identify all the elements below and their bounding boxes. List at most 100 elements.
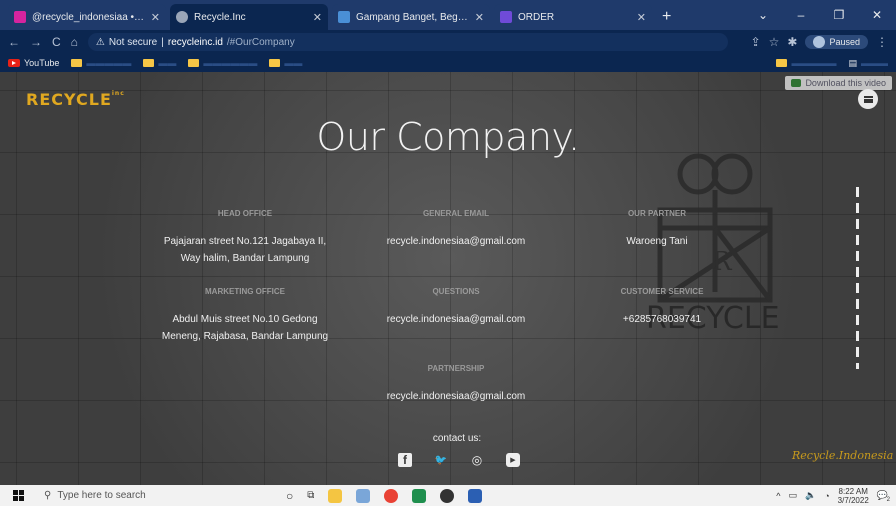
profile-status: Paused (829, 37, 860, 47)
section-scroll-indicator[interactable] (856, 187, 859, 369)
search-placeholder: Type here to search (57, 490, 146, 501)
cortana-icon[interactable]: ○ (286, 489, 293, 503)
notifications-icon[interactable]: 💬 2 (877, 490, 890, 503)
instagram-icon[interactable]: ◎ (470, 453, 484, 467)
avatar (813, 36, 826, 48)
address-line: Pajajaran street No.121 Jagabaya II, (163, 236, 327, 247)
head-office-address: Pajajaran street No.121 Jagabaya II, Way… (150, 233, 340, 267)
bookmarks-bar: YouTube ▬▬▬▬▬ ▬▬ ▬▬▬▬▬▬ ▬▬ ▬▬▬▬▬ ▤ ▬▬▬ (0, 54, 896, 72)
general-email-label: GENERAL EMAIL (422, 209, 490, 218)
bookmark-folder[interactable]: ▬▬▬▬▬ (71, 58, 131, 68)
word-icon[interactable] (468, 488, 483, 503)
general-email-link[interactable]: recycle.indonesiaa@gmail.com (366, 233, 546, 250)
taskbar-search[interactable]: ⚲ Type here to search (36, 485, 256, 506)
excel-icon[interactable] (412, 488, 427, 503)
youtube-icon[interactable]: ▶ (506, 453, 520, 467)
bookmark-youtube[interactable]: YouTube (8, 58, 59, 68)
folder-icon (269, 59, 281, 67)
close-icon[interactable]: ✕ (637, 11, 646, 24)
globe-favicon-icon (176, 11, 188, 23)
close-window-button[interactable]: ✕ (858, 8, 896, 22)
clock-time: 8:22 AM (838, 486, 868, 496)
tab-instagram[interactable]: @recycle_indonesiaa • Foto dan ✕ (8, 4, 166, 30)
signature-logo: Recycle.Indonesia (792, 449, 894, 462)
bookmark-folder[interactable]: ▬▬▬▬▬ (776, 58, 836, 68)
tab-title: Gampang Banget, Begini Cara M (356, 11, 469, 23)
contact-us-label: contact us: (432, 433, 482, 444)
task-view-icon[interactable]: ⧉ (307, 490, 314, 501)
folder-icon (776, 59, 788, 67)
address-line: Abdul Muis street No.10 Gedong (172, 314, 318, 325)
customer-service-phone[interactable]: +6285768039741 (602, 311, 722, 328)
maximize-button[interactable]: ❐ (820, 8, 858, 22)
address-line: Way halim, Bandar Lampung (180, 253, 310, 264)
instagram-favicon-icon (14, 11, 26, 23)
bookmark-label: YouTube (24, 58, 60, 68)
start-button[interactable] (0, 485, 36, 506)
wifi-icon[interactable]: ◔ (824, 491, 829, 501)
toolbar-actions: ⇪ ☆ ✱ Paused ⋮ (751, 35, 888, 49)
bookmark-folder[interactable]: ▬▬▬▬▬▬ (188, 58, 257, 68)
tab-title: @recycle_indonesiaa • Foto dan (32, 11, 145, 23)
back-icon[interactable]: ← (8, 35, 20, 49)
app-icon[interactable] (356, 488, 371, 503)
site-logo[interactable]: RECYCLEinc (26, 90, 125, 109)
close-icon[interactable]: ✕ (313, 11, 322, 24)
taskbar-apps: ○ ⧉ (286, 488, 483, 503)
obs-icon[interactable] (440, 488, 455, 503)
twitter-icon[interactable]: 🐦 (434, 453, 448, 467)
url-host: recycleinc.id (167, 36, 223, 48)
chevron-up-icon[interactable]: ^ (776, 491, 780, 501)
bookmark-folder[interactable]: ▬▬ (269, 58, 302, 68)
home-icon[interactable]: ⌂ (71, 35, 78, 49)
file-explorer-icon[interactable] (328, 488, 343, 503)
toolbar: ← → C ⌂ ⚠ Not secure | recycleinc.id/#Ou… (0, 30, 896, 54)
reload-icon[interactable]: C (52, 35, 61, 49)
url-path: /#OurCompany (226, 36, 295, 48)
marketing-office-address: Abdul Muis street No.10 Gedong Meneng, R… (150, 311, 340, 345)
address-line: Meneng, Rajabasa, Bandar Lampung (161, 331, 329, 342)
menu-button[interactable] (858, 89, 878, 109)
close-icon[interactable]: ✕ (151, 11, 160, 24)
our-partner-value: Waroeng Tani (626, 236, 688, 247)
security-label: Not secure (108, 36, 158, 48)
profile-button[interactable]: Paused (805, 35, 868, 49)
youtube-icon (8, 59, 20, 67)
clock-date: 3/7/2022 (837, 495, 869, 505)
download-video-button[interactable]: Download this video (785, 76, 892, 90)
svg-text:R: R (712, 247, 733, 277)
questions-label: QUESTIONS (432, 287, 480, 296)
tab-search-icon[interactable]: ⌄ (744, 8, 782, 22)
page-content: RECYCLEinc Download this video Our Compa… (0, 72, 896, 485)
facebook-icon[interactable]: f (398, 453, 412, 467)
download-video-label: Download this video (805, 78, 886, 88)
play-icon (791, 79, 802, 87)
window-controls: ⌄ – ❐ ✕ (744, 0, 896, 30)
hamburger-icon (863, 95, 873, 103)
warning-icon: ⚠ (95, 36, 105, 48)
partnership-email-link[interactable]: recycle.indonesiaa@gmail.com (366, 388, 546, 405)
close-icon[interactable]: ✕ (475, 11, 484, 24)
share-icon[interactable]: ⇪ (751, 35, 761, 49)
extensions-icon[interactable]: ✱ (787, 35, 797, 49)
questions-email-link[interactable]: recycle.indonesiaa@gmail.com (366, 311, 546, 328)
more-menu-icon[interactable]: ⋮ (876, 35, 888, 49)
tab-recycle-inc[interactable]: Recycle.Inc ✕ (170, 4, 328, 30)
forward-icon[interactable]: → (30, 35, 42, 49)
star-icon[interactable]: ☆ (769, 35, 780, 49)
clock[interactable]: 8:22 AM 3/7/2022 (838, 487, 869, 505)
tab-title: Recycle.Inc (194, 11, 246, 23)
minimize-button[interactable]: – (782, 8, 820, 22)
tab-gampang-banget[interactable]: Gampang Banget, Begini Cara M ✕ (332, 4, 490, 30)
customer-service-label: CUSTOMER SERVICE (620, 287, 704, 296)
volume-icon[interactable]: 🔈 (805, 490, 816, 501)
new-tab-button[interactable]: + (662, 8, 671, 26)
logo-mark: inc (111, 90, 125, 97)
folder-icon (143, 59, 155, 67)
address-bar[interactable]: ⚠ Not secure | recycleinc.id/#OurCompany (87, 33, 728, 51)
tab-order[interactable]: ORDER ✕ (494, 4, 652, 30)
battery-icon[interactable]: ▭ (788, 490, 797, 501)
bookmark-folder[interactable]: ▬▬ (143, 58, 176, 68)
reading-list[interactable]: ▤ ▬▬▬ (848, 58, 888, 69)
chrome-icon[interactable] (384, 488, 399, 503)
